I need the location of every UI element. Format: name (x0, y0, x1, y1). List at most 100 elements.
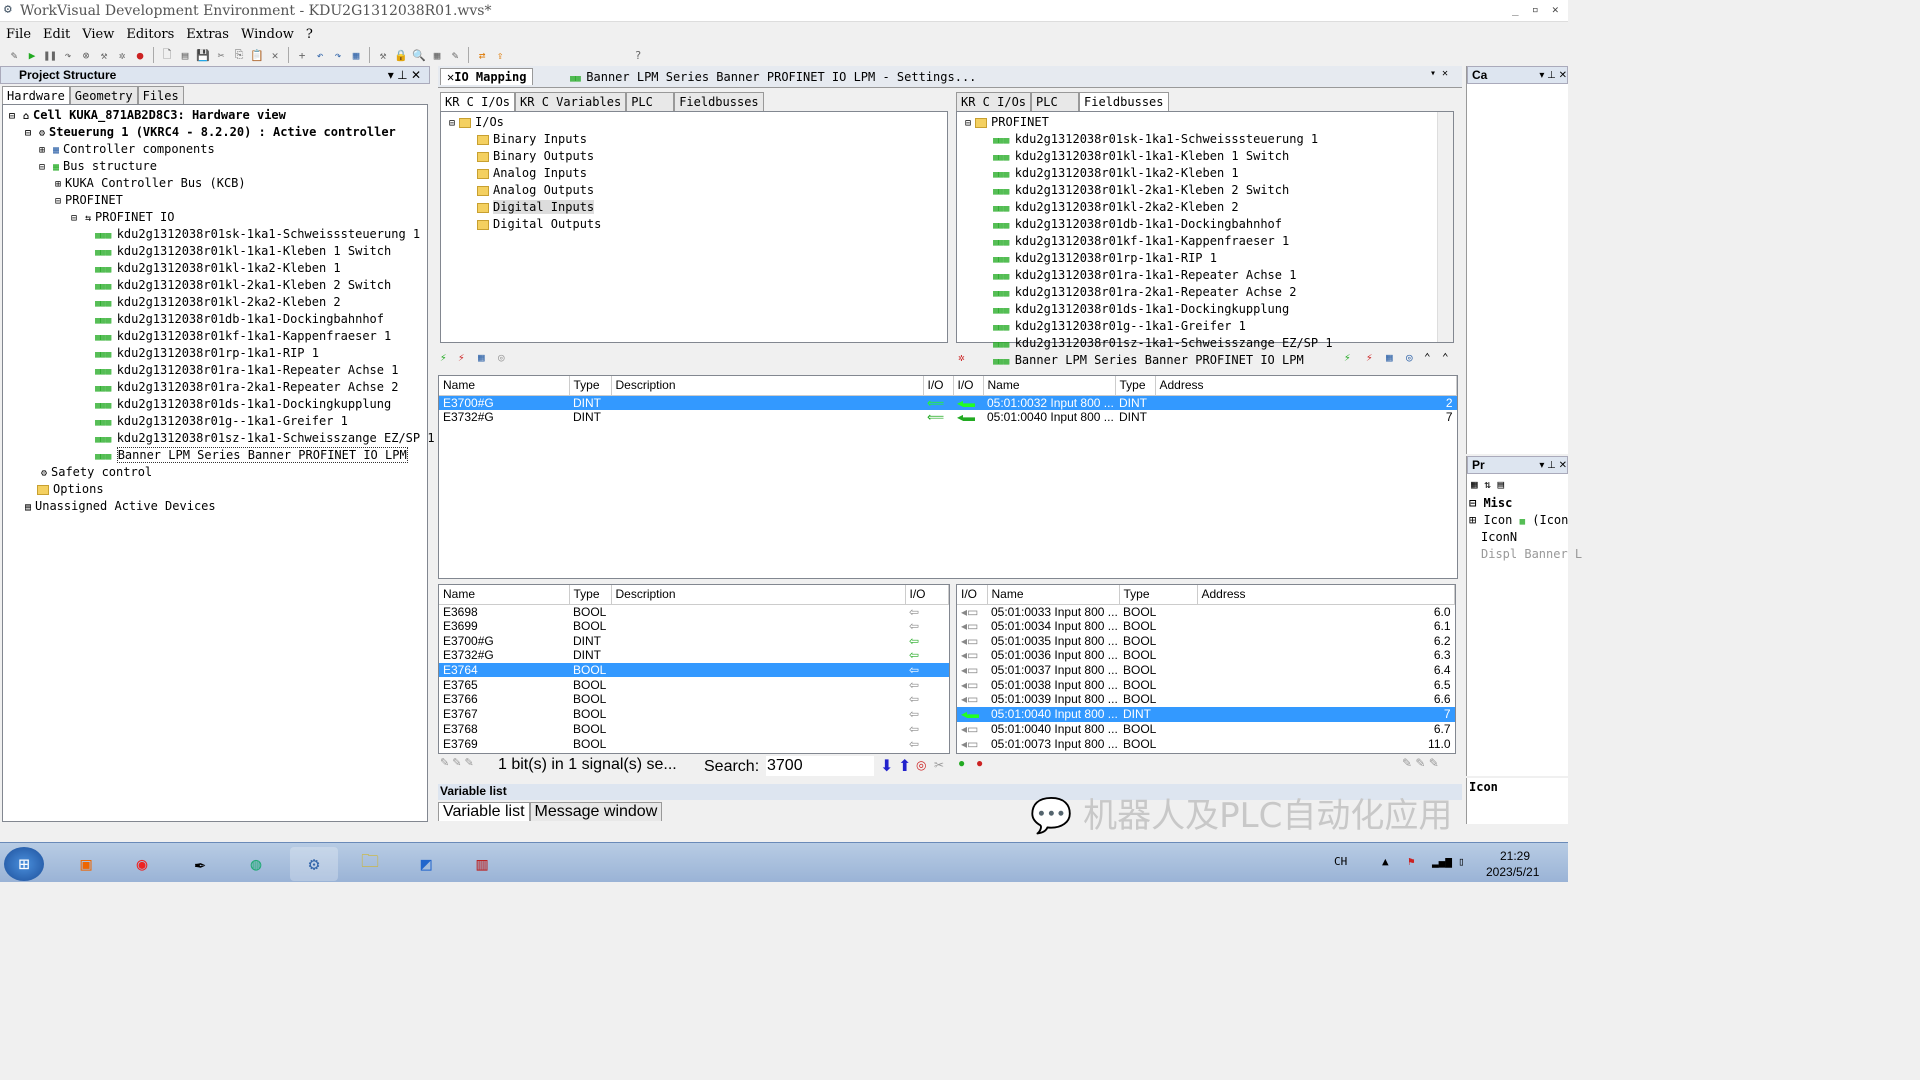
tools-icon[interactable]: ⚒ (375, 47, 391, 63)
table-row[interactable]: ◂▭ 05:01:0034 Input 800 ... BOOL 6.1 (957, 619, 1455, 634)
doc-close-controls[interactable]: ▾ ✕ (1430, 68, 1448, 79)
maximize-button[interactable]: ▫ (1532, 3, 1539, 16)
col-type[interactable]: Type (569, 585, 612, 605)
note-icon[interactable]: ✎ (447, 47, 463, 63)
prop-row[interactable]: IconN (1469, 529, 1568, 546)
col-address[interactable]: Address (1155, 376, 1457, 396)
new-icon[interactable]: 🗋 (159, 47, 175, 63)
clock-time[interactable]: 21:29 (1500, 849, 1530, 863)
col-name[interactable]: Name (983, 376, 1116, 396)
tree-node-profinet[interactable]: ⊟ PROFINET (3, 192, 427, 209)
lock-icon[interactable]: 🔒 (393, 47, 409, 63)
edit-icon[interactable]: ✎ ✎ ✎ (1402, 756, 1439, 770)
table-row[interactable]: E3769 BOOL ⇦ (439, 736, 949, 751)
col-type[interactable]: Type (1119, 585, 1198, 605)
tree-node-controller[interactable]: ⊟ ⚙ Steuerung 1 (VKRC4 - 8.2.20) : Active … (3, 124, 427, 141)
table-row[interactable]: E3768 BOOL ⇦ (439, 722, 949, 737)
pin-icon[interactable]: ✎ ✎ ✎ (440, 756, 474, 769)
col-name[interactable]: Name (987, 585, 1120, 605)
search-down-icon[interactable]: ⬇ (880, 756, 893, 776)
table-row[interactable]: E3700#G DINT ⟸ ◂▬ 05:01:0032 Input 800 .… (439, 395, 1457, 410)
archive-icon[interactable]: ▥ (458, 847, 506, 881)
table-row[interactable]: ◂▭ 05:01:0037 Input 800 ... BOOL 6.4 (957, 663, 1455, 678)
tree-device[interactable]: ▦▦▦ kdu2g1312038r01ra-2ka1-Repeater Achs… (3, 379, 427, 396)
col-io[interactable]: I/O (957, 585, 988, 605)
filter-icon[interactable]: ◎ (498, 351, 505, 364)
delete-icon[interactable]: ✕ (267, 47, 283, 63)
panel-controls[interactable]: ▾ ⊥ ✕ (1539, 70, 1567, 81)
panel-controls[interactable]: ▾ ⊥ ✕ (388, 68, 421, 82)
open-icon[interactable]: ▤ (177, 47, 193, 63)
minimize-button[interactable]: _ (1512, 3, 1519, 16)
io-folder[interactable]: Analog Inputs (445, 165, 943, 182)
io-folder[interactable]: Analog Outputs (445, 182, 943, 199)
stop-icon[interactable]: ⊗ (78, 47, 94, 63)
io-folder[interactable]: Binary Outputs (445, 148, 943, 165)
tab-fieldbusses[interactable]: Fieldbusses (1079, 92, 1169, 111)
tab-plc[interactable]: PLC (1031, 92, 1080, 111)
col-io[interactable]: I/O (953, 376, 984, 396)
col-io[interactable]: I/O (905, 585, 949, 605)
search-up-icon[interactable]: ⬆ (898, 756, 911, 776)
collapse-up-icon[interactable]: ⌃ (1442, 351, 1449, 364)
col-type[interactable]: Type (569, 376, 612, 396)
tab-banner-settings[interactable]: ▦▦ Banner LPM Series Banner PROFINET IO … (566, 69, 980, 85)
tree-device[interactable]: ▦▦▦ kdu2g1312038r01kl-2ka1-Kleben 2 Swit… (3, 277, 427, 294)
panel-controls[interactable]: ▾ ⊥ ✕ (1539, 460, 1567, 471)
table-icon[interactable]: ▦ (1386, 351, 1393, 364)
fieldbus-device[interactable]: ▦▦▦ kdu2g1312038r01sz-1ka1-Schweisszange… (961, 335, 1449, 352)
col-type[interactable]: Type (1115, 376, 1156, 396)
menu-window[interactable]: Window (241, 27, 294, 42)
tool-icon[interactable]: ✲ (958, 351, 965, 364)
table-icon[interactable]: ▦ (478, 351, 485, 364)
table-row[interactable]: E3699 BOOL ⇦ (439, 619, 949, 634)
tab-files[interactable]: Files (137, 86, 184, 105)
fieldbus-device[interactable]: ▦▦▦ kdu2g1312038r01ra-1ka1-Repeater Achs… (961, 267, 1449, 284)
language-indicator[interactable]: CH (1334, 855, 1347, 868)
fieldbus-device[interactable]: ▦▦▦ kdu2g1312038r01kl-1ka1-Kleben 1 Swit… (961, 148, 1449, 165)
connect-icon[interactable]: ⚡ (440, 351, 447, 364)
col-name[interactable]: Name (439, 585, 570, 605)
tree-device[interactable]: ▦▦▦ kdu2g1312038r01kf-1ka1-Kappenfraeser… (3, 328, 427, 345)
fieldbus-device[interactable]: ▦▦▦ kdu2g1312038r01kl-2ka1-Kleben 2 Swit… (961, 182, 1449, 199)
app-pen-icon[interactable]: ✒ (176, 847, 224, 881)
tab-geometry[interactable]: Geometry (69, 86, 138, 105)
explorer-icon[interactable]: 🗀 (346, 847, 394, 881)
fieldbus-device[interactable]: ▦▦▦ kdu2g1312038r01kf-1ka1-Kappenfraeser… (961, 233, 1449, 250)
sort-icon[interactable]: ▦ ⇅ ▤ (1467, 474, 1568, 495)
tab-hardware[interactable]: Hardware (2, 86, 70, 105)
menu-view[interactable]: View (82, 27, 114, 42)
table-row[interactable]: E3765 BOOL ⇦ (439, 677, 949, 692)
menu-edit[interactable]: Edit (43, 27, 70, 42)
table-row[interactable]: E3700#G DINT ⇦ (439, 633, 949, 648)
tab-krc-variables[interactable]: KR C Variables (515, 92, 627, 111)
col-description[interactable]: Description (611, 376, 924, 396)
table-row[interactable]: E3732#G DINT ⇦ (439, 648, 949, 663)
add-icon[interactable]: + (294, 47, 310, 63)
app-blue-icon[interactable]: ◩ (402, 847, 450, 881)
menu-file[interactable]: File (6, 27, 31, 42)
col-description[interactable]: Description (611, 585, 906, 605)
tool-icon[interactable]: ⚒ (96, 47, 112, 63)
collapse-up-icon[interactable]: ⌃ (1424, 351, 1431, 364)
tree-device[interactable]: ▦▦▦ kdu2g1312038r01kl-1ka1-Kleben 1 Swit… (3, 243, 427, 260)
tree-device[interactable]: ▦▦▦ kdu2g1312038r01kl-1ka2-Kleben 1 (3, 260, 427, 277)
tree-device[interactable]: ▦▦▦ kdu2g1312038r01rp-1ka1-RIP 1 (3, 345, 427, 362)
save-icon[interactable]: 💾 (195, 47, 211, 63)
fieldbus-device[interactable]: ▦▦▦ kdu2g1312038r01rp-1ka1-RIP 1 (961, 250, 1449, 267)
io-folder-selected[interactable]: Digital Inputs (445, 199, 943, 216)
browser-icon[interactable]: ◍ (232, 847, 280, 881)
col-name[interactable]: Name (439, 376, 570, 396)
app-red-icon[interactable]: ◉ (118, 847, 166, 881)
scrollbar[interactable] (1437, 112, 1453, 342)
tree-device[interactable]: ▦▦▦ kdu2g1312038r01sk-1ka1-Schweisssteue… (3, 226, 427, 243)
prop-row[interactable]: ⊞ Icon ▦ (Icon (1469, 512, 1568, 529)
io-root[interactable]: ⊟ I/Os (445, 114, 943, 131)
connect-icon[interactable]: ⚡ (1344, 351, 1351, 364)
table-row[interactable]: ◂▭ 05:01:0073 Input 800 ... BOOL 11.0 (957, 736, 1455, 751)
search-icon[interactable]: 🔍 (411, 47, 427, 63)
fieldbus-device[interactable]: ▦▦▦ kdu2g1312038r01g--1ka1-Greifer 1 (961, 318, 1449, 335)
table-row[interactable]: E3732#G DINT ⟸ ◂▬ 05:01:0040 Input 800 .… (439, 410, 1457, 425)
fieldbus-device[interactable]: ▦▦▦ kdu2g1312038r01sk-1ka1-Schweisssteue… (961, 131, 1449, 148)
table-row[interactable]: ◂▭ 05:01:0035 Input 800 ... BOOL 6.2 (957, 633, 1455, 648)
